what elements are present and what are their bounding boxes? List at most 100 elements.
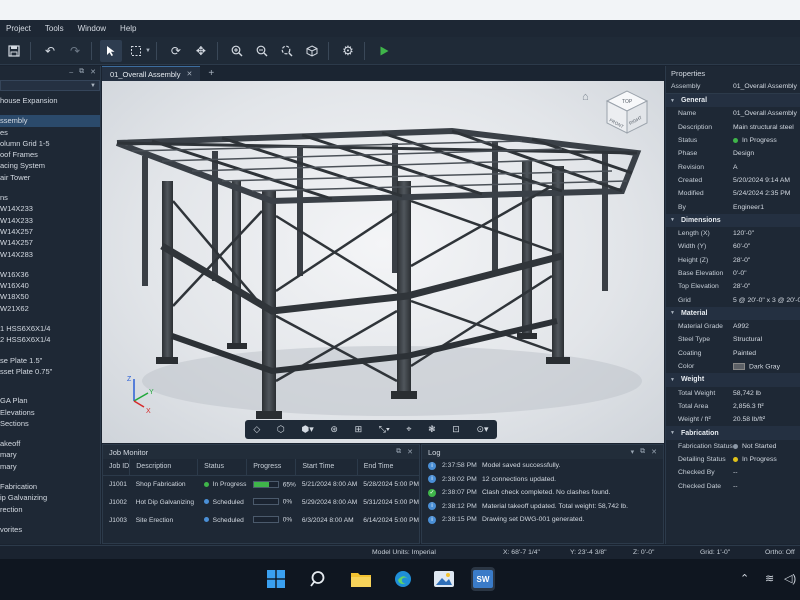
view-cube-button[interactable] [301, 40, 323, 62]
tree-item[interactable] [0, 429, 100, 438]
tree-item[interactable]: W16X40 [0, 280, 100, 291]
tree-item[interactable]: vorites [0, 524, 100, 535]
cube-icon[interactable]: ⬡ [277, 424, 285, 435]
property-row[interactable]: Revision A [666, 160, 800, 173]
chevron-up-icon[interactable]: ⌃ [740, 572, 749, 585]
property-row[interactable]: Steel Type Structural [666, 333, 800, 346]
close-icon[interactable]: ✕ [186, 70, 192, 78]
property-row[interactable]: Length (X) 120'-0" [666, 227, 800, 240]
section-icon[interactable]: ⊞ [355, 424, 363, 435]
wifi-icon[interactable]: ≋ [765, 572, 774, 585]
save-button[interactable] [3, 40, 25, 62]
property-row[interactable]: Name 01_Overall Assembly [666, 107, 800, 120]
tree-item[interactable]: sset Plate 0.75" [0, 366, 100, 377]
tree-item[interactable] [0, 472, 100, 481]
crop-icon[interactable]: ⊡ [452, 424, 460, 435]
chevron-down-icon[interactable]: ▼ [145, 48, 151, 54]
tree-item[interactable]: W18X50 [0, 291, 100, 302]
zoom-in-button[interactable] [226, 40, 248, 62]
col-job-id[interactable]: Job ID [103, 459, 131, 476]
tree-item[interactable]: Fabrication [0, 481, 100, 492]
tag-icon[interactable]: ⌖ [406, 424, 411, 435]
menu-project[interactable]: Project [6, 24, 39, 33]
tree-item[interactable]: ip Galvanizing [0, 492, 100, 503]
menu-window[interactable]: Window [78, 24, 114, 33]
tree-item[interactable]: W14X257 [0, 226, 100, 237]
log-entry[interactable]: ✓ 2:38:07 PM Clash check completed. No cla… [422, 486, 663, 500]
close-icon[interactable]: ✕ [407, 448, 413, 456]
tree-item[interactable] [0, 386, 100, 395]
menu-tools[interactable]: Tools [45, 24, 72, 33]
select-tool-button[interactable] [100, 39, 122, 62]
close-icon[interactable]: ✕ [90, 68, 96, 76]
status-ortho[interactable]: Ortho: Off [765, 549, 795, 556]
tree-item[interactable]: GA Plan [0, 395, 100, 406]
tree-item[interactable]: rection [0, 504, 100, 515]
property-row[interactable]: Fabrication Status Not Started [666, 440, 800, 453]
speaker-icon[interactable]: ◁) [784, 572, 796, 585]
property-row[interactable]: Total Weight 58,742 lb [666, 387, 800, 400]
tree-item[interactable]: house Expansion [0, 95, 100, 106]
property-row[interactable]: Grid 5 @ 20'-0" x 3 @ 20'-0" [666, 293, 800, 306]
property-row[interactable]: Weight / ft² 20.58 lb/ft² [666, 413, 800, 426]
cube-icon[interactable]: ◇ [253, 424, 260, 435]
close-icon[interactable]: ✕ [651, 448, 657, 456]
table-row[interactable]: J1002 Hot Dip Galvanizing Scheduled 0% 5/29/… [103, 493, 419, 511]
tree-item[interactable]: Sections [0, 418, 100, 429]
close-icon[interactable]: – [69, 69, 73, 76]
property-section-header[interactable]: ▼ Fabrication [666, 426, 800, 440]
rotate-button[interactable]: ⟳ [165, 40, 187, 62]
log-entry[interactable]: i 2:38:12 PM Material takeoff updated. Tot… [422, 500, 663, 514]
tree-item[interactable] [0, 106, 100, 115]
table-row[interactable]: J1003 Site Erection Scheduled 0% 6/3/2024 8:… [103, 511, 419, 529]
tree-item[interactable] [0, 260, 100, 269]
tree-item[interactable]: W21X62 [0, 303, 100, 314]
file-explorer-button[interactable] [349, 567, 373, 591]
property-row[interactable]: Material Grade A992 [666, 320, 800, 333]
tree-item[interactable]: mary [0, 449, 100, 460]
box-select-button[interactable] [125, 40, 147, 62]
property-section-header[interactable]: ▼ Weight [666, 373, 800, 387]
project-dropdown[interactable]: ▼ [0, 80, 100, 91]
settings-button[interactable]: ⚙ [337, 40, 359, 62]
tree-item[interactable]: ssembly [0, 115, 100, 127]
property-row[interactable]: Base Elevation 0'-0" [666, 267, 800, 280]
property-row[interactable]: Top Elevation 28'-0" [666, 280, 800, 293]
col-status[interactable]: Status [197, 459, 248, 476]
status-grid[interactable]: Grid: 1'-0" [700, 549, 730, 556]
property-row[interactable]: Checked By -- [666, 466, 800, 479]
tree-item[interactable]: Elevations [0, 407, 100, 418]
col-start-time[interactable]: Start Time [295, 459, 358, 476]
property-section-header[interactable]: ▼ Material [666, 306, 800, 321]
3d-viewport[interactable]: TOP FRONT RIGHT Z Y X ⌂ ◇ ⬡ ⬢▾ ⊛ ⊞ ⤡▾ ⌖ … [102, 81, 664, 443]
tree-item[interactable]: W14X233 [0, 203, 100, 214]
property-row[interactable]: Phase Design [666, 147, 800, 160]
tree-item[interactable]: es [0, 127, 100, 138]
menu-help[interactable]: Help [120, 24, 144, 33]
sw-app-button[interactable]: SW [471, 567, 495, 591]
tree-item[interactable]: se Plate 1.5" [0, 355, 100, 366]
measure-icon[interactable]: ⤡▾ [379, 424, 390, 435]
home-view-icon[interactable]: ⌂ [582, 91, 589, 103]
col-progress[interactable]: Progress [246, 459, 297, 476]
undock-icon[interactable]: ⧉ [640, 448, 645, 456]
property-row[interactable]: Status In Progress [666, 134, 800, 147]
undock-icon[interactable]: ⧉ [396, 448, 401, 456]
assembly-selector[interactable]: Assembly 01_Overall Assembly [666, 80, 800, 94]
tree-item[interactable]: akeoff [0, 438, 100, 449]
property-row[interactable]: Coating Painted [666, 347, 800, 360]
zoom-out-button[interactable] [251, 40, 273, 62]
tree-item[interactable] [0, 515, 100, 524]
chevron-down-icon[interactable]: ▾ [631, 448, 635, 456]
tree-item[interactable]: W14X257 [0, 237, 100, 248]
search-button[interactable] [307, 567, 331, 591]
tab-overall-assembly[interactable]: 01_Overall Assembly ✕ [102, 66, 201, 81]
property-row[interactable]: Checked Date -- [666, 480, 800, 493]
zoom-fit-button[interactable] [276, 40, 298, 62]
render-icon[interactable]: ❃ [428, 424, 436, 435]
run-button[interactable] [373, 40, 395, 62]
col-end-time[interactable]: End Time [357, 459, 419, 476]
property-row[interactable]: Detailing Status In Progress [666, 453, 800, 466]
start-button[interactable] [264, 567, 288, 591]
property-section-header[interactable]: ▼ General [666, 94, 800, 108]
